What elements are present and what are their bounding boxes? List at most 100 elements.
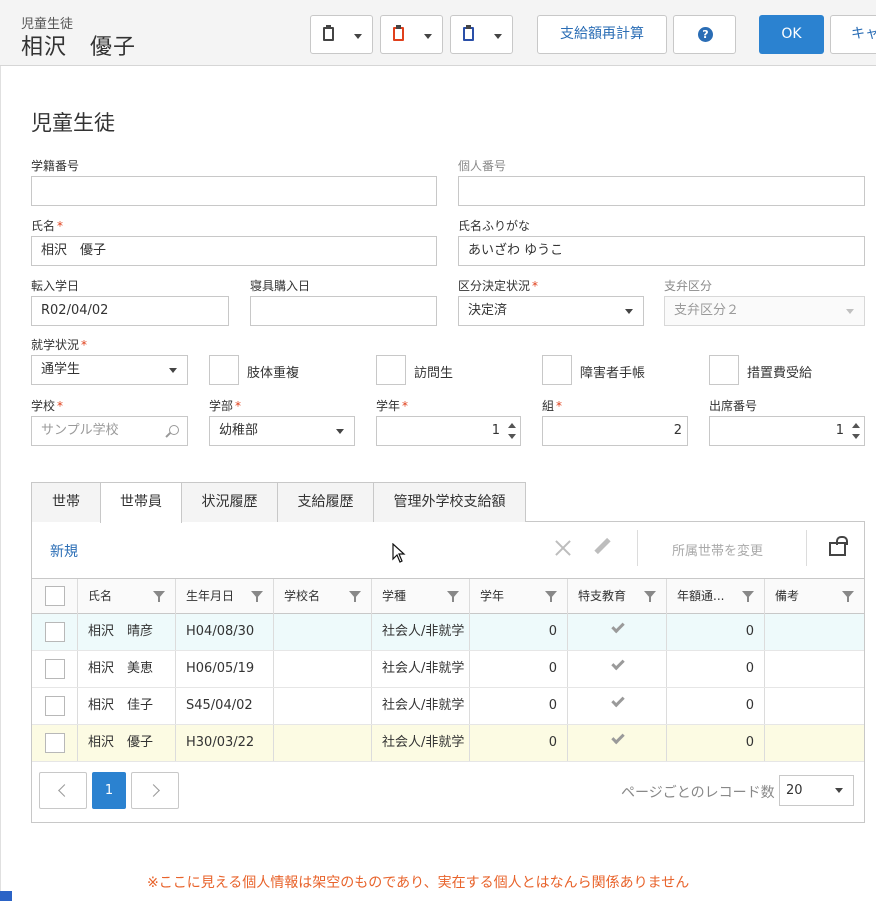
cell-note [765,688,864,724]
cell-name: 相沢 優子 [78,725,176,761]
table-row[interactable]: 相沢 晴彦 H04/08/30 社会人/非就学 0 0 [32,614,864,651]
new-button[interactable]: 新規 [50,541,78,561]
recalculate-button[interactable]: 支給額再計算 [537,15,667,54]
tab-household-members[interactable]: 世帯員 [100,482,182,523]
filter-icon[interactable] [742,591,754,602]
school-lookup-input[interactable]: サンプル学校 [31,416,188,446]
tab-household[interactable]: 世帯 [31,482,101,522]
class-input[interactable]: 2 [542,416,688,446]
filter-icon[interactable] [153,591,165,602]
table-row[interactable]: 相沢 佳子 S45/04/02 社会人/非就学 0 0 [32,688,864,725]
col-name[interactable]: 氏名 [78,579,176,614]
toolbar-divider [637,530,638,566]
transfer-date-label: 転入学日 [31,279,80,293]
checkbox-disability-card[interactable] [542,355,572,385]
filter-icon[interactable] [251,591,263,602]
student-no-label: 学籍番号 [31,159,80,173]
help-button[interactable]: ? [673,15,736,54]
cancel-button[interactable]: キャ [830,15,876,54]
col-type[interactable]: 学種 [372,579,470,614]
col-annual[interactable]: 年額通... [667,579,765,614]
filter-icon[interactable] [349,591,361,602]
attendance-select[interactable]: 通学生 [31,355,188,385]
filter-icon[interactable] [842,591,854,602]
grade-label-text: 学年 [376,399,401,413]
page-size-value: 20 [786,783,803,798]
name-input[interactable]: 相沢 優子 [31,236,437,266]
filter-icon[interactable] [644,591,656,602]
increment-icon[interactable] [852,423,860,428]
clipboard-orange-icon [393,25,404,41]
cell-note [765,725,864,761]
clipboard-orange-dropdown-button[interactable] [380,15,443,54]
checkbox-multiple-disability[interactable] [209,355,239,385]
grade-stepper[interactable]: 1 [376,416,521,446]
dept-select[interactable]: 幼稚部 [209,416,355,446]
table-row[interactable]: 相沢 優子 H30/03/22 社会人/非就学 0 0 [32,725,864,762]
search-icon[interactable] [169,425,179,435]
checkbox-visiting-student-label: 訪問生 [414,366,454,381]
filter-icon[interactable] [545,591,557,602]
page-size-select[interactable]: 20 [779,775,854,806]
clipboard-blue-icon [463,25,474,41]
filter-icon[interactable] [447,591,459,602]
chevron-down-icon [336,429,344,434]
seat-stepper[interactable]: 1 [709,416,865,446]
delete-icon[interactable] [553,538,573,558]
col-dob[interactable]: 生年月日 [176,579,274,614]
section-title: 児童生徒 [31,111,115,135]
bedding-date-input[interactable] [250,296,437,326]
checkbox-multiple-disability-label: 肢体重複 [247,366,300,381]
disclaimer-text: ※ここに見える個人情報は架空のものであり、実在する個人とはなんら関係ありません [147,875,690,891]
corner-marker [0,891,12,901]
decision-label: 区分決定状況 * [458,277,538,294]
row-checkbox[interactable] [45,696,65,716]
select-all-checkbox[interactable] [45,586,65,606]
col-school[interactable]: 学校名 [274,579,372,614]
checkbox-measure-fee[interactable] [709,355,739,385]
checkbox-disability-card-label: 障害者手帳 [580,366,646,381]
chevron-left-icon [58,784,71,797]
row-select-cell [32,614,78,650]
left-border [0,66,1,901]
col-special[interactable]: 特支教育 [568,579,667,614]
next-page-button[interactable] [131,772,179,809]
cell-school [274,688,372,724]
decision-select[interactable]: 決定済 [458,296,644,326]
decrement-icon[interactable] [508,434,516,439]
dept-label: 学部 * [209,397,241,414]
cell-type: 社会人/非就学 [372,614,470,650]
page-1-button[interactable]: 1 [92,772,126,809]
student-no-input[interactable] [31,176,437,206]
checkbox-visiting-student[interactable] [376,355,406,385]
increment-icon[interactable] [508,423,516,428]
row-checkbox[interactable] [45,622,65,642]
cell-name: 相沢 晴彦 [78,614,176,650]
col-grade[interactable]: 学年 [470,579,568,614]
unlock-icon[interactable] [829,536,848,556]
tab-payment-history[interactable]: 支給履歴 [277,482,374,522]
transfer-date-input[interactable]: R02/04/02 [31,296,229,326]
clipboard-dropdown-button[interactable] [310,15,373,54]
decrement-icon[interactable] [852,434,860,439]
payment-div-label: 支弁区分 [664,279,713,293]
tab-status-history[interactable]: 状況履歴 [181,482,278,522]
kana-label: 氏名ふりがな [458,219,531,233]
payment-div-select[interactable]: 支弁区分２ [664,296,865,326]
decision-label-text: 区分決定状況 [458,279,531,293]
required-mark: * [81,338,88,352]
prev-page-button[interactable] [39,772,87,809]
record-title: 相沢 優子 [21,35,137,60]
clipboard-blue-dropdown-button[interactable] [450,15,513,54]
tab-external-school-payment[interactable]: 管理外学校支給額 [373,482,526,522]
row-checkbox[interactable] [45,733,65,753]
personal-no-input[interactable] [458,176,865,206]
personal-no-label: 個人番号 [458,159,507,173]
kana-input[interactable]: あいざわ ゆうこ [458,236,865,266]
cell-special [568,651,667,687]
col-note[interactable]: 備考 [765,579,864,614]
table-row[interactable]: 相沢 美恵 H06/05/19 社会人/非就学 0 0 [32,651,864,688]
row-checkbox[interactable] [45,659,65,679]
ok-button[interactable]: OK [759,15,824,54]
change-household-button[interactable]: 所属世帯を変更 [672,540,763,559]
